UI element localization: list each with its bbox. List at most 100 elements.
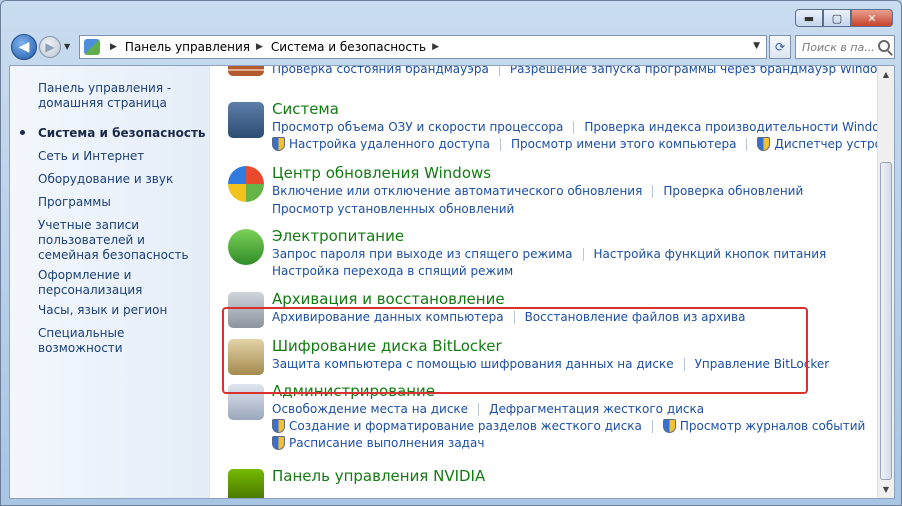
link-row: Просмотр объема ОЗУ и скорости процессор… (272, 120, 895, 134)
link-row: Запрос пароля при выходе из спящего режи… (272, 247, 826, 261)
control-panel-icon (84, 39, 100, 55)
task-link[interactable]: Проверка состояния брандмауэра (272, 65, 489, 76)
task-link[interactable]: Просмотр имени этого компьютера (511, 137, 736, 151)
sidebar: Панель управления - домашняя страница Си… (10, 66, 210, 498)
maximize-button[interactable]: ▢ (823, 9, 851, 27)
task-link-label: Проверка обновлений (663, 184, 804, 198)
search-input[interactable]: Поиск в па... (795, 35, 895, 59)
back-button[interactable]: ◀ (11, 34, 37, 60)
task-link[interactable]: Проверка индекса производительности Wind… (584, 120, 895, 134)
task-link-label: Настройка функций кнопок питания (593, 247, 827, 261)
windows-update-icon[interactable] (228, 166, 264, 202)
task-link[interactable]: Разрешение запуска программы через бранд… (509, 65, 894, 76)
link-row: Включение или отключение автоматического… (272, 184, 803, 198)
chevron-right-icon[interactable]: ▶ (256, 42, 263, 52)
task-link-label: Дефрагментация жесткого диска (489, 402, 705, 416)
task-link[interactable]: Настройка удаленного доступа (272, 137, 490, 151)
minimize-button[interactable]: ▬ (795, 9, 823, 27)
client-area: Панель управления - домашняя страница Си… (9, 65, 895, 499)
task-link[interactable]: Запрос пароля при выходе из спящего режи… (272, 247, 573, 261)
category-title[interactable]: Электропитание (272, 227, 404, 245)
breadcrumb-system-security[interactable]: Система и безопасность (271, 40, 426, 54)
task-link[interactable]: Расписание выполнения задач (272, 436, 484, 450)
link-separator (499, 137, 501, 151)
navigation-bar: ◀ ▶ ▼ ▶ Панель управления ▶ Система и бе… (9, 33, 895, 61)
computer-icon[interactable] (228, 102, 264, 138)
link-separator (573, 120, 575, 134)
sidebar-item-accessibility[interactable]: Специальные возможности (38, 326, 208, 356)
task-link-label: Освобождение места на диске (272, 402, 469, 416)
task-link[interactable]: Настройка перехода в спящий режим (272, 264, 513, 278)
sidebar-item-appearance[interactable]: Оформление и персонализация (38, 268, 208, 298)
search-placeholder: Поиск в па... (802, 40, 875, 54)
task-link[interactable]: Включение или отключение автоматического… (272, 184, 642, 198)
refresh-button[interactable]: ⟳ (769, 35, 791, 59)
sidebar-item-hardware[interactable]: Оборудование и звук (38, 172, 208, 187)
category-title[interactable]: Панель управления NVIDIA (272, 467, 485, 485)
sidebar-item-network[interactable]: Сеть и Интернет (38, 149, 208, 164)
recent-pages-dropdown-icon[interactable]: ▼ (64, 42, 70, 51)
link-separator (652, 184, 654, 198)
task-link-label: Расписание выполнения задач (289, 436, 485, 450)
uac-shield-icon (272, 137, 285, 151)
search-icon[interactable] (878, 40, 890, 52)
task-link-label: Проверка состояния брандмауэра (272, 65, 489, 76)
uac-shield-icon (272, 436, 285, 450)
caption-buttons: ▬ ▢ ✕ (795, 9, 893, 27)
sidebar-item-home[interactable]: Панель управления - домашняя страница (38, 81, 208, 111)
link-row: Создание и форматирование разделов жестк… (272, 419, 865, 433)
task-link-label: Просмотр установленных обновлений (272, 202, 515, 216)
link-row: Настройка удаленного доступа Просмотр име… (272, 137, 894, 151)
address-dropdown-icon[interactable]: ▼ (753, 41, 760, 51)
current-page-bullet (20, 130, 25, 135)
breadcrumb-control-panel[interactable]: Панель управления (125, 40, 250, 54)
task-link-label: Просмотр журналов событий (679, 419, 866, 433)
address-bar[interactable]: ▶ Панель управления ▶ Система и безопасн… (79, 35, 767, 59)
highlight-frame (222, 307, 808, 394)
sidebar-item-clock-language[interactable]: Часы, язык и регион (38, 303, 208, 318)
firewall-icon[interactable] (228, 66, 264, 76)
chevron-right-icon[interactable]: ▶ (110, 42, 117, 52)
scroll-down-icon[interactable]: ▼ (878, 481, 894, 498)
category-title[interactable]: Архивация и восстановление (272, 290, 505, 308)
link-row: Настройка перехода в спящий режим (272, 264, 513, 278)
task-link[interactable]: Диспетчер устройств (757, 137, 894, 151)
link-row: Расписание выполнения задач (272, 436, 484, 450)
link-separator (582, 247, 584, 261)
task-link[interactable]: Проверка обновлений (663, 184, 803, 198)
link-separator (746, 137, 748, 151)
forward-button[interactable]: ▶ (39, 36, 61, 58)
sidebar-item-system-security[interactable]: Система и безопасность (20, 126, 208, 141)
category-list: Брандмауэр WindowsПроверка состояния бра… (210, 66, 894, 498)
task-link-label: Создание и форматирование разделов жестк… (289, 419, 642, 433)
category-title[interactable]: Центр обновления Windows (272, 164, 491, 182)
sidebar-item-programs[interactable]: Программы (38, 195, 208, 210)
link-row: Просмотр установленных обновлений (272, 202, 514, 216)
task-link-label: Просмотр имени этого компьютера (510, 137, 737, 151)
nvidia-icon[interactable] (228, 469, 264, 498)
task-link[interactable]: Просмотр объема ОЗУ и скорости процессор… (272, 120, 563, 134)
uac-shield-icon (272, 419, 285, 433)
scroll-up-icon[interactable]: ▲ (878, 66, 894, 83)
close-button[interactable]: ✕ (851, 9, 893, 27)
battery-icon[interactable] (228, 229, 264, 265)
category-title[interactable]: Система (272, 100, 339, 118)
task-link[interactable]: Настройка функций кнопок питания (594, 247, 827, 261)
link-separator (478, 402, 480, 416)
task-link[interactable]: Просмотр журналов событий (662, 419, 866, 433)
task-link[interactable]: Дефрагментация жесткого диска (489, 402, 704, 416)
task-link-label: Просмотр объема ОЗУ и скорости процессор… (272, 120, 564, 134)
task-link-label: Настройка удаленного доступа (289, 137, 490, 151)
link-separator (498, 66, 500, 76)
task-link-label: Разрешение запуска программы через бранд… (509, 65, 894, 76)
scrollbar-thumb[interactable] (880, 162, 892, 480)
task-link-label: Проверка индекса производительности Wind… (584, 120, 895, 134)
link-row: Проверка состояния брандмауэра Разрешение… (272, 65, 894, 76)
vertical-scrollbar[interactable]: ▲ ▼ (877, 66, 894, 498)
task-link-label: Настройка перехода в спящий режим (272, 264, 514, 278)
task-link[interactable]: Просмотр установленных обновлений (272, 202, 514, 216)
task-link[interactable]: Освобождение места на диске (272, 402, 468, 416)
chevron-right-icon[interactable]: ▶ (432, 42, 439, 52)
sidebar-item-user-accounts[interactable]: Учетные записи пользователей и семейная … (38, 218, 208, 263)
task-link[interactable]: Создание и форматирование разделов жестк… (272, 419, 642, 433)
